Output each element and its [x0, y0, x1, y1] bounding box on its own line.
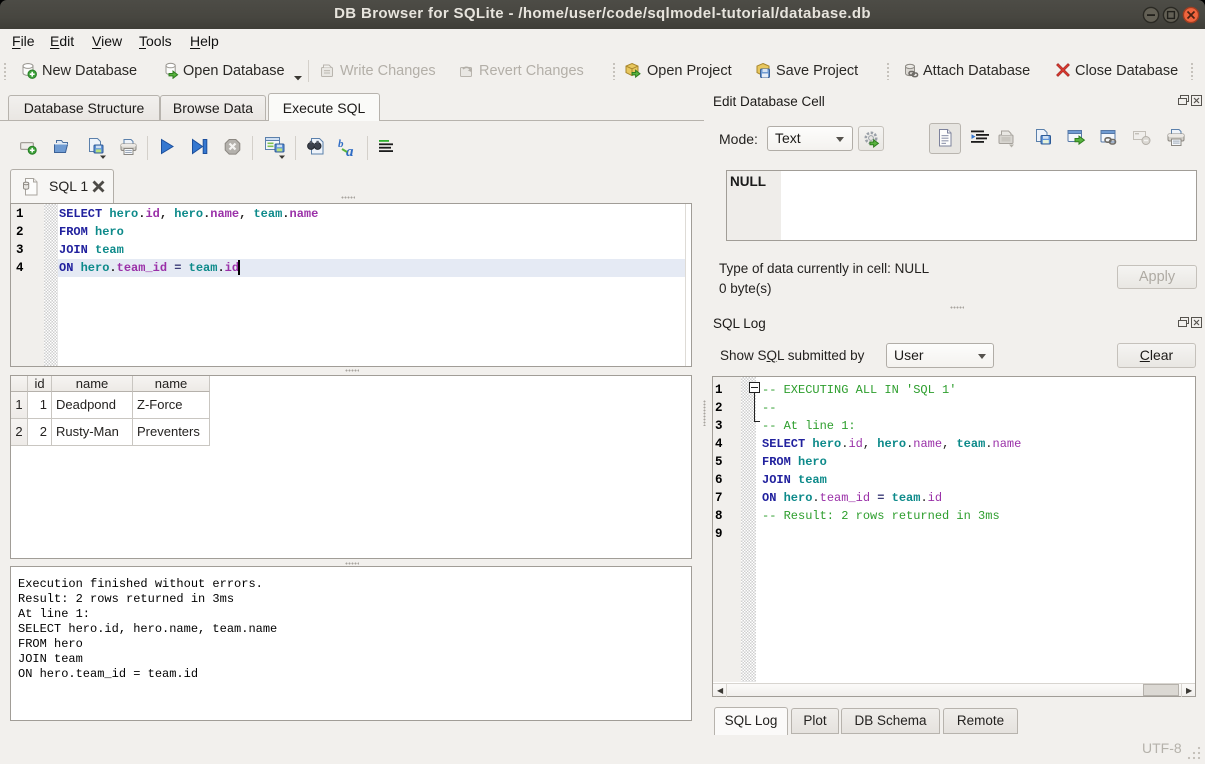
svg-text:b: b [338, 138, 344, 150]
